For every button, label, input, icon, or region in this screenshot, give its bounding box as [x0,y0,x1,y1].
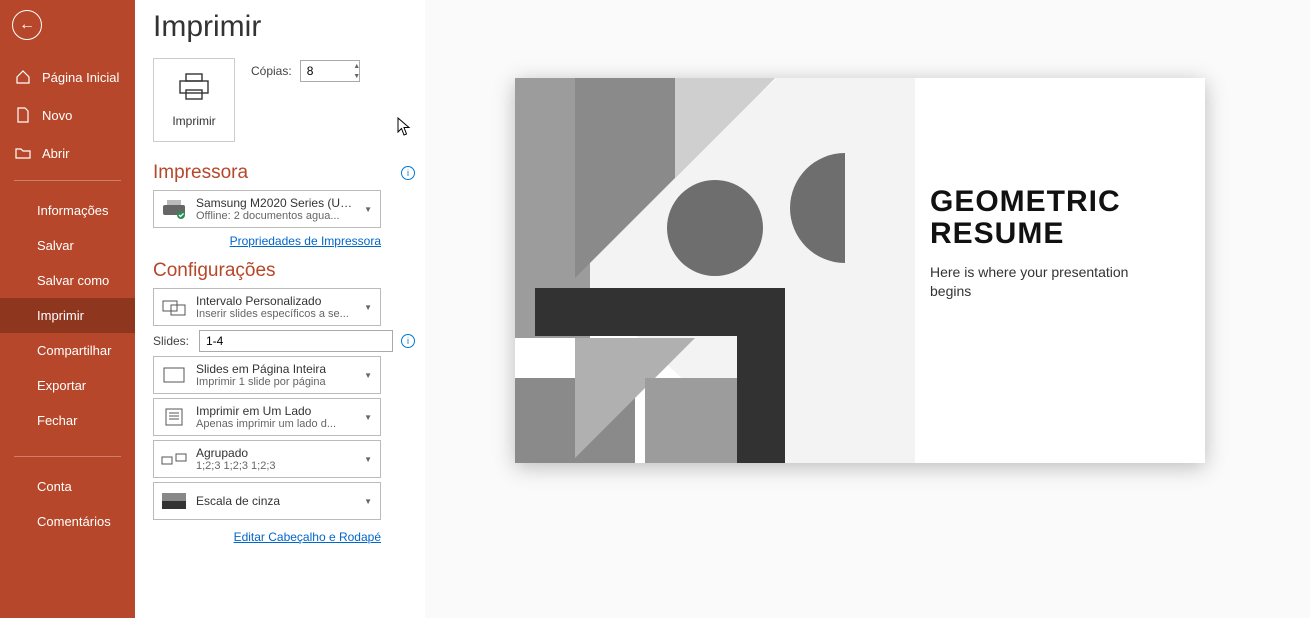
sides-title: Imprimir em Um Lado [196,404,354,418]
print-preview-area: GEOMETRIC RESUME Here is where your pres… [425,0,1310,618]
printer-properties-link[interactable]: Propriedades de Impressora [230,234,381,248]
print-button-label: Imprimir [172,114,215,128]
spin-down-icon[interactable]: ▼ [350,71,364,81]
collate-title: Agrupado [196,446,354,460]
printer-name: Samsung M2020 Series (USB... [196,196,354,210]
nav-save[interactable]: Salvar [0,228,135,263]
layout-dropdown[interactable]: Slides em Página Inteira Imprimir 1 slid… [153,356,381,394]
slide-title-line2: RESUME [930,217,1064,250]
fullpage-icon [160,361,188,389]
collate-dropdown[interactable]: Agrupado 1;2;3 1;2;3 1;2;3 ▼ [153,440,381,478]
page-title: Imprimir [153,10,415,44]
chevron-down-icon: ▼ [362,455,374,464]
nav-account-label: Conta [37,479,72,494]
layout-title: Slides em Página Inteira [196,362,354,376]
nav-feedback[interactable]: Comentários [0,504,135,539]
copies-spinner[interactable]: ▲ ▼ [350,61,364,81]
nav-share-label: Compartilhar [37,343,111,358]
nav-close[interactable]: Fechar [0,403,135,438]
printer-info-icon[interactable]: i [401,166,415,180]
collate-icon [160,445,188,473]
sides-dropdown[interactable]: Imprimir em Um Lado Apenas imprimir um l… [153,398,381,436]
nav-saveas[interactable]: Salvar como [0,263,135,298]
printer-dropdown[interactable]: Samsung M2020 Series (USB... Offline: 2 … [153,190,381,228]
home-icon [14,68,32,86]
nav-new-label: Novo [42,108,72,123]
nav-export[interactable]: Exportar [0,368,135,403]
nav-new[interactable]: Novo [0,96,135,134]
printer-device-icon [160,195,188,223]
slides-label: Slides: [153,334,191,348]
backstage-sidebar: ← Página Inicial Novo Abrir Informações … [0,0,135,618]
chevron-down-icon: ▼ [362,371,374,380]
mouse-cursor-icon [397,117,411,137]
chevron-down-icon: ▼ [362,413,374,422]
settings-section-title: Configurações [153,260,276,282]
nav-home-label: Página Inicial [42,70,119,85]
nav-feedback-label: Comentários [37,514,111,529]
nav-divider-1 [14,180,121,181]
nav-share[interactable]: Compartilhar [0,333,135,368]
nav-account[interactable]: Conta [0,469,135,504]
printer-icon [177,73,211,106]
print-settings-panel: Imprimir Imprimir Cópias: ▲ ▼ Impressora… [135,0,425,618]
slide-title-line1: GEOMETRIC [930,185,1121,218]
range-title: Intervalo Personalizado [196,294,354,308]
edit-header-footer-link[interactable]: Editar Cabeçalho e Rodapé [234,530,381,544]
print-button[interactable]: Imprimir [153,58,235,142]
slides-input[interactable] [199,330,393,352]
nav-saveas-label: Salvar como [37,273,109,288]
nav-print-label: Imprimir [37,308,84,323]
one-side-icon [160,403,188,431]
print-range-dropdown[interactable]: Intervalo Personalizado Inserir slides e… [153,288,381,326]
nav-save-label: Salvar [37,238,74,253]
arrow-left-icon: ← [19,16,35,34]
color-dropdown[interactable]: Escala de cinza ▼ [153,482,381,520]
nav-open[interactable]: Abrir [0,134,135,172]
grayscale-icon [160,487,188,515]
new-file-icon [14,106,32,124]
nav-open-label: Abrir [42,146,69,161]
printer-status: Offline: 2 documentos agua... [196,210,354,222]
range-subtitle: Inserir slides específicos a se... [196,308,354,320]
spin-up-icon[interactable]: ▲ [350,61,364,71]
open-folder-icon [14,144,32,162]
nav-divider-2 [14,456,121,457]
copies-label: Cópias: [251,64,292,78]
nav-home[interactable]: Página Inicial [0,58,135,96]
slide-preview: GEOMETRIC RESUME Here is where your pres… [515,78,1205,463]
range-icon [160,293,188,321]
slide-shapes-graphic [515,78,915,463]
layout-subtitle: Imprimir 1 slide por página [196,376,354,388]
nav-close-label: Fechar [37,413,77,428]
sides-subtitle: Apenas imprimir um lado d... [196,418,354,430]
nav-info-label: Informações [37,203,109,218]
color-title: Escala de cinza [196,494,354,508]
printer-section-title: Impressora [153,162,248,184]
chevron-down-icon: ▼ [362,497,374,506]
slide-subtitle: Here is where your presentation begins [930,263,1170,301]
back-button[interactable]: ← [12,10,42,40]
nav-export-label: Exportar [37,378,86,393]
chevron-down-icon: ▼ [362,303,374,312]
nav-info[interactable]: Informações [0,193,135,228]
chevron-down-icon: ▼ [362,205,374,214]
slides-info-icon[interactable]: i [401,334,415,348]
collate-subtitle: 1;2;3 1;2;3 1;2;3 [196,460,354,472]
nav-print[interactable]: Imprimir [0,298,135,333]
